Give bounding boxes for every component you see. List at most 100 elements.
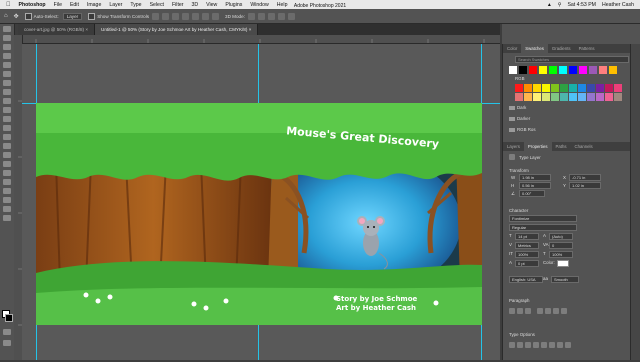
- wifi-icon[interactable]: ▲: [547, 2, 552, 8]
- swatch-group-rgb-ros[interactable]: RGB Ros: [517, 127, 536, 132]
- swatch-group-dark[interactable]: Dark: [517, 105, 526, 110]
- swatch[interactable]: [542, 93, 550, 101]
- path-select-tool-icon[interactable]: [3, 179, 11, 185]
- vertical-scale-field[interactable]: 100%: [515, 251, 539, 258]
- swatch[interactable]: [614, 84, 622, 92]
- font-family-dropdown[interactable]: Fontimize: [509, 215, 577, 222]
- align-middle-icon[interactable]: [192, 12, 200, 20]
- antialias-dropdown[interactable]: Smooth: [551, 276, 579, 283]
- tab-paths[interactable]: Paths: [552, 142, 571, 151]
- lasso-tool-icon[interactable]: [3, 44, 11, 50]
- faux-bold-icon[interactable]: [509, 342, 515, 348]
- cover-credit-story[interactable]: Story by Joe Schmoe: [336, 295, 417, 303]
- swatch[interactable]: [529, 66, 537, 74]
- swatch[interactable]: [569, 66, 577, 74]
- swatch[interactable]: [599, 66, 607, 74]
- tab-properties[interactable]: Properties: [523, 142, 552, 151]
- paragraph-section-label[interactable]: Paragraph: [509, 298, 530, 303]
- align-top-icon[interactable]: [182, 12, 190, 20]
- justify-center-icon[interactable]: [545, 308, 551, 314]
- horizontal-scale-field[interactable]: 100%: [549, 251, 573, 258]
- close-icon[interactable]: ×: [249, 27, 252, 32]
- tab-swatches[interactable]: Swatches: [521, 44, 548, 53]
- menu-select[interactable]: Select: [150, 2, 164, 8]
- swatch[interactable]: [578, 93, 586, 101]
- more-tools-icon[interactable]: [3, 215, 11, 221]
- quick-select-tool-icon[interactable]: [3, 53, 11, 59]
- clock[interactable]: Sat 4:53 PM: [567, 2, 596, 8]
- tab-untitled-1[interactable]: Untitled-1 @ 50% (Story by Joe Schmoe Ar…: [95, 24, 259, 35]
- align-right-icon[interactable]: [172, 12, 180, 20]
- auto-select-checkbox[interactable]: [24, 12, 32, 20]
- swatch[interactable]: [509, 66, 517, 74]
- type-tool-icon[interactable]: [3, 170, 11, 176]
- marquee-tool-icon[interactable]: [3, 35, 11, 41]
- blur-tool-icon[interactable]: [3, 143, 11, 149]
- swatch[interactable]: [587, 84, 595, 92]
- frame-tool-icon[interactable]: [3, 71, 11, 77]
- book-cover-artwork[interactable]: Mouse's Great Discovery Story by Joe Sch…: [36, 103, 482, 325]
- align-center-text-icon[interactable]: [517, 308, 523, 314]
- menu-3d[interactable]: 3D: [192, 2, 199, 8]
- 3d-orbit-icon[interactable]: [247, 12, 255, 20]
- underline-icon[interactable]: [557, 342, 563, 348]
- transform-section-label[interactable]: Transform: [509, 168, 529, 173]
- height-field[interactable]: 0.56 in: [519, 182, 551, 189]
- justify-all-icon[interactable]: [561, 308, 567, 314]
- align-left-text-icon[interactable]: [509, 308, 515, 314]
- menu-filter[interactable]: Filter: [172, 2, 184, 8]
- swatch[interactable]: [551, 84, 559, 92]
- hand-tool-icon[interactable]: [3, 197, 11, 203]
- type-options-section-label[interactable]: Type Options: [509, 332, 535, 337]
- small-caps-icon[interactable]: [533, 342, 539, 348]
- swatch[interactable]: [587, 93, 595, 101]
- justify-left-icon[interactable]: [537, 308, 543, 314]
- swatch[interactable]: [560, 84, 568, 92]
- 3d-pan-icon[interactable]: [267, 12, 275, 20]
- quick-mask-icon[interactable]: [3, 329, 11, 335]
- shape-tool-icon[interactable]: [3, 188, 11, 194]
- move-tool-icon[interactable]: [3, 26, 11, 32]
- screen-mode-icon[interactable]: [3, 340, 11, 346]
- menu-file[interactable]: File: [54, 2, 62, 8]
- kerning-field[interactable]: Metrics: [515, 242, 539, 249]
- baseline-field[interactable]: 0 pt: [515, 260, 539, 267]
- swatch[interactable]: [515, 84, 523, 92]
- zoom-tool-icon[interactable]: [3, 206, 11, 212]
- horizontal-ruler[interactable]: [18, 35, 500, 44]
- swatch[interactable]: [589, 66, 597, 74]
- swatch[interactable]: [519, 66, 527, 74]
- swatch[interactable]: [533, 93, 541, 101]
- text-color-swatch[interactable]: [557, 260, 569, 267]
- align-right-text-icon[interactable]: [525, 308, 531, 314]
- menu-image[interactable]: Image: [87, 2, 101, 8]
- auto-select-dropdown[interactable]: Layer: [62, 12, 83, 20]
- swatches-search-input[interactable]: Search Swatches: [515, 56, 629, 63]
- width-field[interactable]: 1.98 in: [519, 174, 551, 181]
- font-size-field[interactable]: 14 pt: [515, 233, 539, 240]
- swatch[interactable]: [614, 93, 622, 101]
- swatch[interactable]: [515, 93, 523, 101]
- superscript-icon[interactable]: [541, 342, 547, 348]
- close-icon[interactable]: ×: [85, 27, 88, 32]
- distribute-icon[interactable]: [212, 12, 220, 20]
- menu-app-name[interactable]: Photoshop: [19, 2, 46, 8]
- gradient-tool-icon[interactable]: [3, 134, 11, 140]
- transform-controls-checkbox[interactable]: [88, 12, 96, 20]
- swatch[interactable]: [539, 66, 547, 74]
- swatch[interactable]: [524, 84, 532, 92]
- swatch[interactable]: [551, 93, 559, 101]
- tab-layers[interactable]: Layers: [503, 142, 524, 151]
- menu-layer[interactable]: Layer: [109, 2, 122, 8]
- swatch[interactable]: [559, 66, 567, 74]
- faux-italic-icon[interactable]: [517, 342, 523, 348]
- swatch[interactable]: [579, 66, 587, 74]
- home-icon[interactable]: ⌂: [4, 13, 8, 19]
- background-color-swatch[interactable]: [5, 314, 13, 322]
- x-field[interactable]: -0.71 in: [569, 174, 601, 181]
- swatch[interactable]: [596, 93, 604, 101]
- font-style-dropdown[interactable]: Regular: [509, 224, 577, 231]
- leading-field[interactable]: (Auto): [549, 233, 573, 240]
- swatch[interactable]: [578, 84, 586, 92]
- apple-icon[interactable]: : [6, 2, 11, 8]
